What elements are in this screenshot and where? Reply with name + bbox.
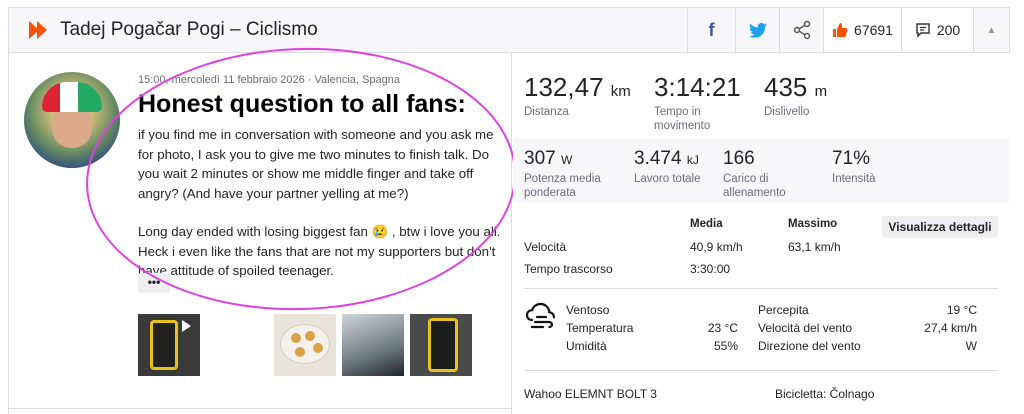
share-icon	[793, 20, 810, 40]
description-paragraph: Long day ended with losing biggest fan 😢…	[138, 224, 501, 278]
page-title: Tadej Pogačar Pogi – Ciclismo	[60, 19, 318, 40]
work-label: Lavoro totale	[634, 173, 701, 185]
temperature-label: Temperatura	[566, 321, 634, 335]
humidity-label: Umidità	[566, 339, 607, 353]
photo-strip	[138, 314, 472, 376]
bike-computer-image	[428, 318, 458, 372]
divider	[524, 370, 998, 371]
collapse-button[interactable]: ▲	[973, 8, 1009, 52]
comments-count: 200	[936, 22, 961, 38]
humidity-value: 55%	[713, 339, 738, 353]
speed-max: 63,1 km/h	[788, 240, 841, 254]
avatar[interactable]	[24, 72, 120, 168]
column-header-avg: Media	[690, 218, 723, 230]
activity-description: if you find me in conversation with some…	[138, 125, 503, 281]
column-header-max: Massimo	[788, 218, 838, 230]
training-load-value: 166	[723, 148, 755, 169]
stat-training-load: 166 Carico di allenamento	[723, 148, 786, 200]
moving-time-value: 3:14:21	[654, 72, 741, 102]
wind-speed-label: Velocità del vento	[758, 321, 853, 335]
training-load-label: Carico di allenamento	[723, 173, 786, 199]
feels-like-value: 19 °C	[946, 303, 977, 317]
photo-thumbnail[interactable]	[342, 314, 404, 376]
intensity-label: Intensità	[832, 173, 876, 185]
more-button[interactable]: •••	[138, 273, 170, 293]
stat-intensity: 71% Intensità	[832, 148, 875, 186]
elapsed-time-value: 3:30:00	[690, 262, 731, 276]
facebook-icon: f	[708, 19, 715, 40]
wind-speed-value: 27,4 km/h	[924, 321, 977, 335]
power-unit: W	[560, 153, 573, 167]
twitter-share-button[interactable]	[735, 8, 779, 52]
temperature-value: 23 °C	[707, 321, 738, 335]
play-icon	[182, 320, 191, 332]
photo-thumbnail[interactable]	[138, 314, 200, 376]
kudos-count: 67691	[854, 22, 893, 38]
speed-avg: 40,9 km/h	[690, 240, 743, 254]
stat-elevation: 435 m Dislivello	[764, 72, 827, 119]
device-name: Wahoo ELEMNT BOLT 3	[524, 387, 657, 401]
distance-unit: km	[610, 83, 631, 100]
share-button[interactable]	[779, 8, 823, 52]
bike-computer-image	[150, 320, 178, 370]
power-value: 307	[524, 148, 556, 169]
windy-cloud-icon	[525, 302, 556, 329]
activity-header: Tadej Pogačar Pogi – Ciclismo f 67691 20…	[8, 7, 1010, 53]
twitter-icon	[748, 22, 767, 38]
chevron-up-icon: ▲	[986, 24, 997, 36]
photo-thumbnail[interactable]	[410, 314, 472, 376]
speed-label: Velocità	[524, 240, 567, 254]
activity-meta: 15:00, mercoledì 11 febbraio 2026 · Vale…	[138, 74, 400, 86]
facebook-share-button[interactable]: f	[687, 8, 735, 52]
elevation-unit: m	[814, 83, 828, 100]
stat-power: 307 W Potenza media ponderata	[524, 148, 601, 200]
work-value: 3.474	[634, 148, 682, 169]
description-paragraph: if you find me in conversation with some…	[138, 127, 494, 201]
comments-button[interactable]: 200	[901, 8, 973, 52]
weather-condition: Ventoso	[566, 303, 610, 317]
power-label: Potenza media ponderata	[524, 173, 601, 199]
stat-distance: 132,47 km Distanza	[524, 72, 631, 119]
divider	[8, 408, 512, 409]
strava-chevron-icon	[29, 20, 51, 40]
avatar-cap	[42, 82, 102, 112]
divider	[524, 288, 998, 289]
work-unit: kJ	[686, 153, 699, 167]
distance-value: 132,47	[524, 72, 604, 102]
comment-icon	[916, 23, 930, 38]
moving-time-label: Tempo in movimento	[654, 106, 711, 132]
view-details-button[interactable]: Visualizza dettagli	[882, 216, 998, 238]
stat-moving-time: 3:14:21 Tempo in movimento	[654, 72, 741, 133]
thumbs-up-icon	[833, 23, 848, 37]
elapsed-time-label: Tempo trascorso	[524, 262, 613, 276]
stat-work: 3.474 kJ Lavoro totale	[634, 148, 701, 186]
wind-direction-label: Direzione del vento	[758, 339, 861, 353]
photo-thumbnail[interactable]	[274, 314, 336, 376]
distance-label: Distanza	[524, 106, 569, 118]
activity-title: Honest question to all fans:	[138, 90, 466, 118]
intensity-value: 71%	[832, 148, 871, 169]
kudos-button[interactable]: 67691	[823, 8, 901, 52]
feels-like-label: Percepita	[758, 303, 809, 317]
bike-name[interactable]: Bicicletta: Čolnago	[775, 387, 874, 401]
plate-image	[280, 324, 330, 364]
elevation-value: 435	[764, 72, 808, 102]
wind-direction-value: W	[965, 339, 977, 353]
photo-thumbnail[interactable]	[206, 314, 268, 376]
elevation-label: Dislivello	[764, 106, 810, 118]
